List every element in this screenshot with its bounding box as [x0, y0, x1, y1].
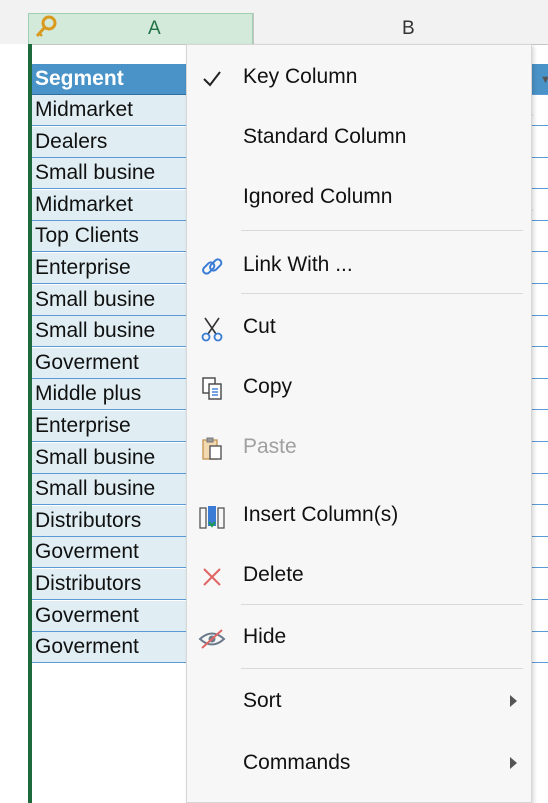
paste-icon [195, 435, 229, 463]
menu-label-key-column: Key Column [243, 65, 358, 88]
cell-segment[interactable]: Small busine [32, 316, 186, 348]
cell-segment[interactable]: Goverment [32, 347, 186, 379]
delete-x-icon [195, 563, 229, 591]
menu-item-copy[interactable]: Copy [187, 363, 531, 413]
submenu-arrow-icon [510, 695, 517, 707]
cell-segment[interactable]: Goverment [32, 632, 186, 664]
context-menu: Key Column Standard Column Ignored Colum… [186, 44, 532, 803]
menu-item-sort[interactable]: Sort [187, 677, 531, 727]
link-icon [195, 253, 229, 281]
hide-eye-icon [195, 625, 229, 653]
menu-separator [241, 668, 523, 669]
cell-segment[interactable]: Goverment [32, 537, 186, 569]
menu-separator [241, 604, 523, 605]
cell-segment[interactable]: Goverment [32, 600, 186, 632]
menu-item-key-column[interactable]: Key Column [187, 53, 531, 103]
copy-icon [195, 375, 229, 403]
column-a-header[interactable] [28, 13, 253, 44]
cell-segment[interactable]: Distributors [32, 569, 186, 600]
row-header-strip [0, 44, 28, 803]
menu-item-commands[interactable]: Commands [187, 739, 531, 789]
menu-item-delete[interactable]: Delete [187, 551, 531, 601]
menu-label-copy: Copy [243, 375, 293, 398]
cell-segment[interactable]: Small busine [32, 474, 186, 506]
cell-segment[interactable]: Midmarket [32, 189, 186, 221]
menu-item-hide[interactable]: Hide [187, 613, 531, 663]
menu-item-ignored-column[interactable]: Ignored Column [187, 173, 531, 223]
menu-label-delete: Delete [243, 563, 304, 586]
column-header-bar: A B [0, 0, 548, 45]
cell-segment[interactable]: Midmarket [32, 95, 186, 126]
menu-separator [241, 230, 523, 231]
menu-item-standard-column[interactable]: Standard Column [187, 113, 531, 163]
menu-label-insert-columns: Insert Column(s) [243, 503, 399, 526]
cell-segment[interactable]: Enterprise [32, 253, 186, 284]
menu-label-link-with: Link With ... [243, 253, 353, 276]
menu-label-paste: Paste [243, 435, 297, 458]
submenu-arrow-icon [510, 757, 517, 769]
cell-segment[interactable]: Distributors [32, 505, 186, 537]
menu-item-link-with[interactable]: Link With ... [187, 241, 531, 291]
column-b-label[interactable]: B [402, 18, 415, 40]
menu-label-standard-column: Standard Column [243, 125, 407, 148]
cell-segment[interactable]: Dealers [32, 126, 186, 158]
menu-item-paste[interactable]: Paste [187, 423, 531, 473]
filter-dropdown-icon[interactable]: ▼ [540, 74, 548, 86]
cell-segment[interactable]: Enterprise [32, 411, 186, 442]
cell-segment[interactable]: Middle plus [32, 379, 186, 411]
menu-separator [241, 293, 523, 294]
menu-label-hide: Hide [243, 625, 287, 648]
cell-segment[interactable]: Small busine [32, 442, 186, 474]
menu-item-insert-columns[interactable]: Insert Column(s) [187, 491, 531, 541]
column-a-header-cell[interactable]: Segment [32, 64, 186, 95]
menu-item-cut[interactable]: Cut [187, 303, 531, 353]
menu-label-ignored-column: Ignored Column [243, 185, 393, 208]
menu-label-cut: Cut [243, 315, 276, 338]
cell-segment[interactable]: Top Clients [32, 221, 186, 253]
cell-segment[interactable]: Small busine [32, 158, 186, 190]
menu-label-commands: Commands [243, 751, 351, 774]
cell-segment[interactable]: Small busine [32, 284, 186, 316]
key-icon [35, 15, 57, 37]
insert-column-icon [195, 503, 229, 531]
scissors-icon [195, 315, 229, 343]
checkmark-icon [195, 65, 229, 93]
column-a-label: A [148, 18, 161, 39]
menu-label-sort: Sort [243, 689, 282, 712]
column-separator [253, 13, 254, 44]
